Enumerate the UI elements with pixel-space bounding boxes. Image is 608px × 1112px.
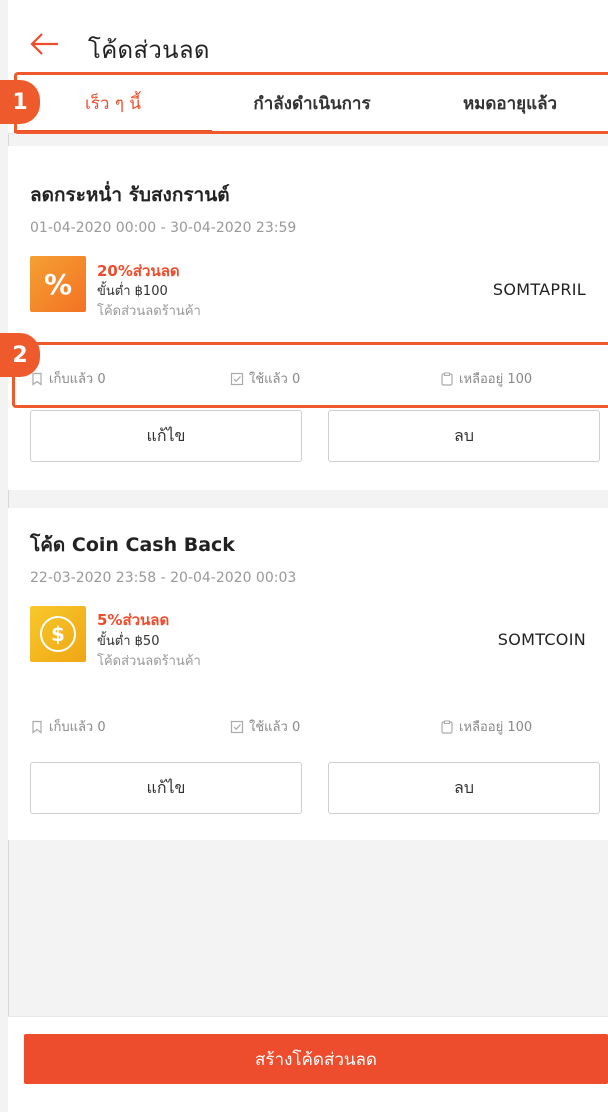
app-header: โค้ดส่วนลด bbox=[8, 0, 608, 72]
coin-dollar-icon: $ bbox=[30, 606, 86, 662]
bookmark-icon bbox=[32, 720, 42, 734]
annotation-marker-1: 1 bbox=[0, 80, 40, 124]
used-count: ใช้แล้ว 0 bbox=[249, 372, 301, 387]
claimed-stat: เก็บแล้ว 0 bbox=[30, 716, 106, 737]
bookmark-icon bbox=[32, 372, 42, 386]
delete-button[interactable]: ลบ bbox=[328, 410, 600, 462]
voucher-dates: 01-04-2020 00:00 - 30-04-2020 23:59 bbox=[30, 220, 297, 236]
percent-glyph: % bbox=[43, 267, 73, 301]
discount-label: 5%ส่วนลด bbox=[97, 611, 170, 629]
dollar-glyph: $ bbox=[51, 622, 65, 646]
active-tab-indicator bbox=[14, 130, 212, 133]
voucher-type-label: โค้ดส่วนลดร้านค้า bbox=[97, 304, 201, 319]
create-voucher-button[interactable]: สร้างโค้ดส่วนลด bbox=[24, 1034, 608, 1084]
percent-icon: % bbox=[30, 256, 86, 312]
voucher-title: ลดกระหน่ำ รับสงกรานต์ bbox=[30, 184, 230, 206]
coin-glyph: $ bbox=[40, 616, 76, 652]
tab-bar: เร็ว ๆ นี้ กำลังดำเนินการ หมดอายุแล้ว bbox=[8, 72, 608, 134]
voucher-code: SOMTCOIN bbox=[497, 630, 586, 649]
remaining-stat: เหลืออยู่ 100 bbox=[440, 716, 532, 737]
edit-button[interactable]: แก้ไข bbox=[30, 762, 302, 814]
voucher-code: SOMTAPRIL bbox=[492, 280, 586, 299]
min-spend-label: ขั้นต่ำ ฿100 bbox=[97, 284, 168, 299]
tab-expired[interactable]: หมดอายุแล้ว bbox=[412, 72, 608, 134]
delete-button[interactable]: ลบ bbox=[328, 762, 600, 814]
used-count: ใช้แล้ว 0 bbox=[249, 720, 301, 735]
remaining-count: เหลืออยู่ 100 bbox=[459, 720, 533, 735]
claimed-count: เก็บแล้ว 0 bbox=[49, 372, 106, 387]
annotation-marker-2: 2 bbox=[0, 333, 40, 377]
tab-upcoming[interactable]: เร็ว ๆ นี้ bbox=[14, 72, 212, 134]
back-button[interactable] bbox=[26, 26, 62, 62]
claimed-stat: เก็บแล้ว 0 bbox=[30, 368, 106, 389]
voucher-card: ลดกระหน่ำ รับสงกรานต์ 01-04-2020 00:00 -… bbox=[8, 146, 608, 490]
voucher-type-label: โค้ดส่วนลดร้านค้า bbox=[97, 654, 201, 669]
check-square-icon bbox=[230, 720, 244, 733]
tab-ongoing[interactable]: กำลังดำเนินการ bbox=[212, 72, 412, 134]
voucher-dates: 22-03-2020 23:58 - 20-04-2020 00:03 bbox=[30, 570, 297, 586]
used-stat: ใช้แล้ว 0 bbox=[230, 716, 300, 737]
voucher-card: โค้ด Coin Cash Back 22-03-2020 23:58 - 2… bbox=[8, 508, 608, 840]
clipboard-icon bbox=[441, 372, 453, 386]
voucher-title: โค้ด Coin Cash Back bbox=[30, 534, 235, 556]
check-square-icon bbox=[230, 372, 244, 385]
used-stat: ใช้แล้ว 0 bbox=[230, 368, 300, 389]
claimed-count: เก็บแล้ว 0 bbox=[49, 720, 106, 735]
edit-button[interactable]: แก้ไข bbox=[30, 410, 302, 462]
clipboard-icon bbox=[441, 720, 453, 734]
page-title: โค้ดส่วนลด bbox=[88, 36, 210, 64]
remaining-count: เหลืออยู่ 100 bbox=[459, 372, 533, 387]
arrow-left-icon bbox=[30, 33, 58, 55]
min-spend-label: ขั้นต่ำ ฿50 bbox=[97, 634, 160, 649]
remaining-stat: เหลืออยู่ 100 bbox=[440, 368, 532, 389]
